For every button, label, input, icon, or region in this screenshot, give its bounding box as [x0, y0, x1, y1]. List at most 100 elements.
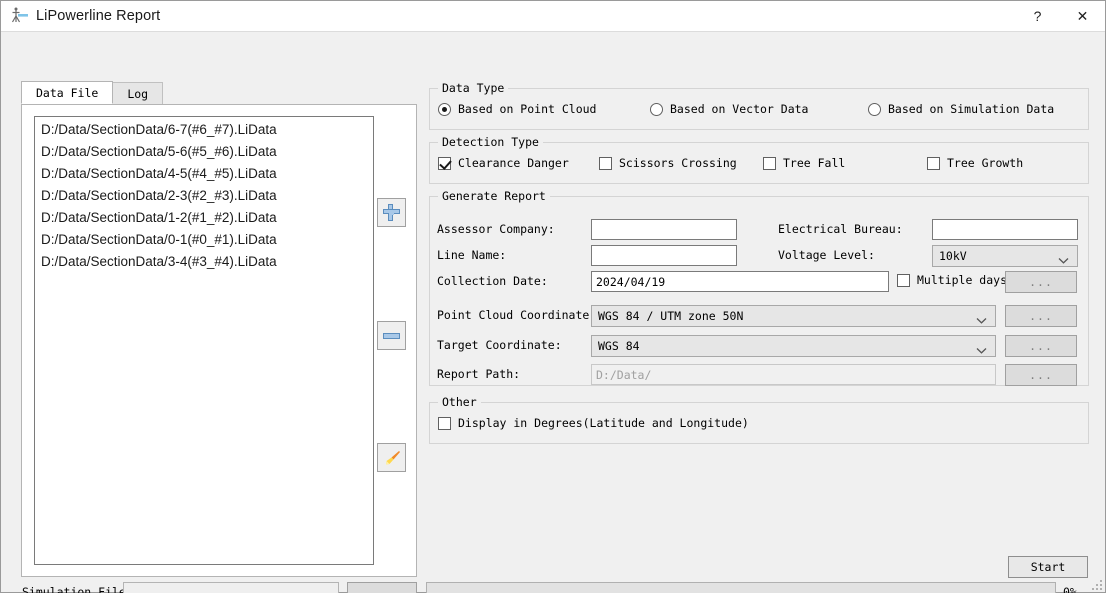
- electrical-bureau-input[interactable]: [932, 219, 1078, 240]
- brush-icon: [383, 449, 401, 467]
- radio-indicator[interactable]: [438, 102, 451, 116]
- checkbox-indicator[interactable]: [438, 156, 451, 170]
- radio-label: Based on Simulation Data: [888, 102, 1055, 116]
- file-list[interactable]: D:/Data/SectionData/6-7(#6_#7).LiData D:…: [34, 116, 374, 565]
- checkbox-indicator[interactable]: [763, 156, 776, 170]
- checkbox-indicator[interactable]: [927, 156, 940, 170]
- radio-label: Based on Point Cloud: [458, 102, 597, 116]
- chevron-down-icon: [976, 313, 987, 324]
- other-group: Other Display in Degrees(Latitude and Lo…: [429, 395, 1089, 444]
- checkbox-label: Tree Growth: [947, 156, 1024, 170]
- app-powerline-icon: [9, 6, 29, 26]
- simulation-file-browse-button[interactable]: ...: [347, 582, 417, 593]
- checkbox-indicator[interactable]: [599, 156, 612, 170]
- resize-grip[interactable]: [1091, 578, 1103, 590]
- close-button[interactable]: ✕: [1060, 1, 1105, 31]
- detection-type-legend: Detection Type: [438, 135, 543, 149]
- point-cloud-coordinate-value: WGS 84 / UTM zone 50N: [598, 309, 744, 323]
- help-button[interactable]: ?: [1015, 1, 1060, 31]
- start-button[interactable]: Start: [1008, 556, 1088, 578]
- target-coordinate-label: Target Coordinate:: [437, 338, 562, 352]
- voltage-level-select[interactable]: 10kV: [932, 245, 1078, 267]
- assessor-company-label: Assessor Company:: [437, 222, 555, 236]
- target-coordinate-select[interactable]: WGS 84: [591, 335, 996, 357]
- simulation-file-input[interactable]: [123, 582, 339, 593]
- display-in-degrees-label: Display in Degrees(Latitude and Longitud…: [458, 416, 749, 430]
- generate-report-legend: Generate Report: [438, 189, 550, 203]
- data-file-panel: D:/Data/SectionData/6-7(#6_#7).LiData D:…: [21, 104, 417, 577]
- window-body: Data File Log D:/Data/SectionData/6-7(#6…: [1, 32, 1105, 593]
- radio-indicator[interactable]: [650, 102, 663, 116]
- left-tabbar: Data File Log: [21, 81, 164, 104]
- simulation-file-label: Simulation File:: [22, 585, 133, 593]
- title-bar: LiPowerline Report ? ✕: [1, 1, 1105, 32]
- tab-log[interactable]: Log: [112, 82, 164, 104]
- line-name-label-wrap: Line Name:: [437, 248, 506, 262]
- radio-based-on-vector-data[interactable]: Based on Vector Data: [650, 102, 808, 116]
- assessor-company-label-wrap: Assessor Company:: [437, 222, 555, 236]
- collection-date-label-wrap: Collection Date:: [437, 274, 548, 288]
- remove-file-button[interactable]: [377, 321, 406, 350]
- minus-icon: [383, 332, 400, 339]
- data-type-group: Data Type Based on Point Cloud Based on …: [429, 81, 1089, 130]
- tab-data-file[interactable]: Data File: [21, 81, 114, 104]
- checkbox-label: Tree Fall: [783, 156, 846, 170]
- point-cloud-coordinate-select[interactable]: WGS 84 / UTM zone 50N: [591, 305, 996, 327]
- report-path-browse-button[interactable]: ...: [1005, 364, 1077, 386]
- collection-date-label: Collection Date:: [437, 274, 548, 288]
- detection-type-group: Detection Type Clearance Danger Scissors…: [429, 135, 1089, 184]
- window-title: LiPowerline Report: [36, 8, 161, 24]
- checkbox-scissors-crossing[interactable]: Scissors Crossing: [599, 156, 737, 170]
- multiple-days-label: Multiple days: [917, 273, 1008, 287]
- collection-date-input[interactable]: [591, 271, 889, 292]
- multiple-days-browse-button[interactable]: ...: [1005, 271, 1077, 293]
- line-name-label: Line Name:: [437, 248, 507, 262]
- checkbox-multiple-days[interactable]: Multiple days: [897, 273, 1007, 287]
- checkbox-label: Clearance Danger: [458, 156, 569, 170]
- report-path-input[interactable]: [591, 364, 996, 385]
- electrical-bureau-label: Electrical Bureau:: [778, 222, 903, 236]
- plus-icon: [383, 204, 400, 221]
- report-path-label-wrap: Report Path:: [437, 367, 520, 381]
- progress-bar: [426, 582, 1056, 593]
- line-name-input[interactable]: [591, 245, 737, 266]
- generate-report-group: Generate Report Assessor Company: Electr…: [429, 189, 1089, 386]
- checkbox-indicator[interactable]: [438, 416, 451, 430]
- list-item[interactable]: D:/Data/SectionData/5-6(#5_#6).LiData: [35, 141, 373, 163]
- point-cloud-coordinate-browse-button[interactable]: ...: [1005, 305, 1077, 327]
- data-type-legend: Data Type: [438, 81, 509, 95]
- checkbox-tree-fall[interactable]: Tree Fall: [763, 156, 845, 170]
- electrical-bureau-label-wrap: Electrical Bureau:: [778, 222, 903, 236]
- clear-files-button[interactable]: [377, 443, 406, 472]
- radio-based-on-point-cloud[interactable]: Based on Point Cloud: [438, 102, 596, 116]
- checkbox-display-in-degrees[interactable]: Display in Degrees(Latitude and Longitud…: [438, 416, 749, 430]
- report-path-label: Report Path:: [437, 367, 521, 381]
- checkbox-tree-growth[interactable]: Tree Growth: [927, 156, 1023, 170]
- point-cloud-coordinate-label: Point Cloud Coordinate:: [437, 308, 597, 322]
- radio-indicator[interactable]: [868, 102, 881, 116]
- other-legend: Other: [438, 395, 481, 409]
- target-coordinate-value: WGS 84: [598, 339, 640, 353]
- voltage-level-label-wrap: Voltage Level:: [778, 248, 875, 262]
- chevron-down-icon: [1058, 253, 1069, 264]
- checkbox-indicator[interactable]: [897, 273, 910, 287]
- list-item[interactable]: D:/Data/SectionData/3-4(#3_#4).LiData: [35, 251, 373, 273]
- add-file-button[interactable]: [377, 198, 406, 227]
- list-item[interactable]: D:/Data/SectionData/4-5(#4_#5).LiData: [35, 163, 373, 185]
- radio-based-on-simulation-data[interactable]: Based on Simulation Data: [868, 102, 1054, 116]
- point-cloud-coordinate-label-wrap: Point Cloud Coordinate:: [437, 308, 596, 322]
- list-item[interactable]: D:/Data/SectionData/1-2(#1_#2).LiData: [35, 207, 373, 229]
- lipowerline-report-window: LiPowerline Report ? ✕ Data File Log D:/…: [0, 0, 1106, 593]
- target-coordinate-label-wrap: Target Coordinate:: [437, 338, 562, 352]
- chevron-down-icon: [976, 343, 987, 354]
- list-item[interactable]: D:/Data/SectionData/2-3(#2_#3).LiData: [35, 185, 373, 207]
- voltage-level-label: Voltage Level:: [778, 248, 875, 262]
- progress-percent-label: 0%: [1063, 585, 1077, 593]
- voltage-level-value: 10kV: [939, 249, 967, 263]
- radio-label: Based on Vector Data: [670, 102, 809, 116]
- assessor-company-input[interactable]: [591, 219, 737, 240]
- checkbox-clearance-danger[interactable]: Clearance Danger: [438, 156, 569, 170]
- list-item[interactable]: D:/Data/SectionData/6-7(#6_#7).LiData: [35, 119, 373, 141]
- target-coordinate-browse-button[interactable]: ...: [1005, 335, 1077, 357]
- list-item[interactable]: D:/Data/SectionData/0-1(#0_#1).LiData: [35, 229, 373, 251]
